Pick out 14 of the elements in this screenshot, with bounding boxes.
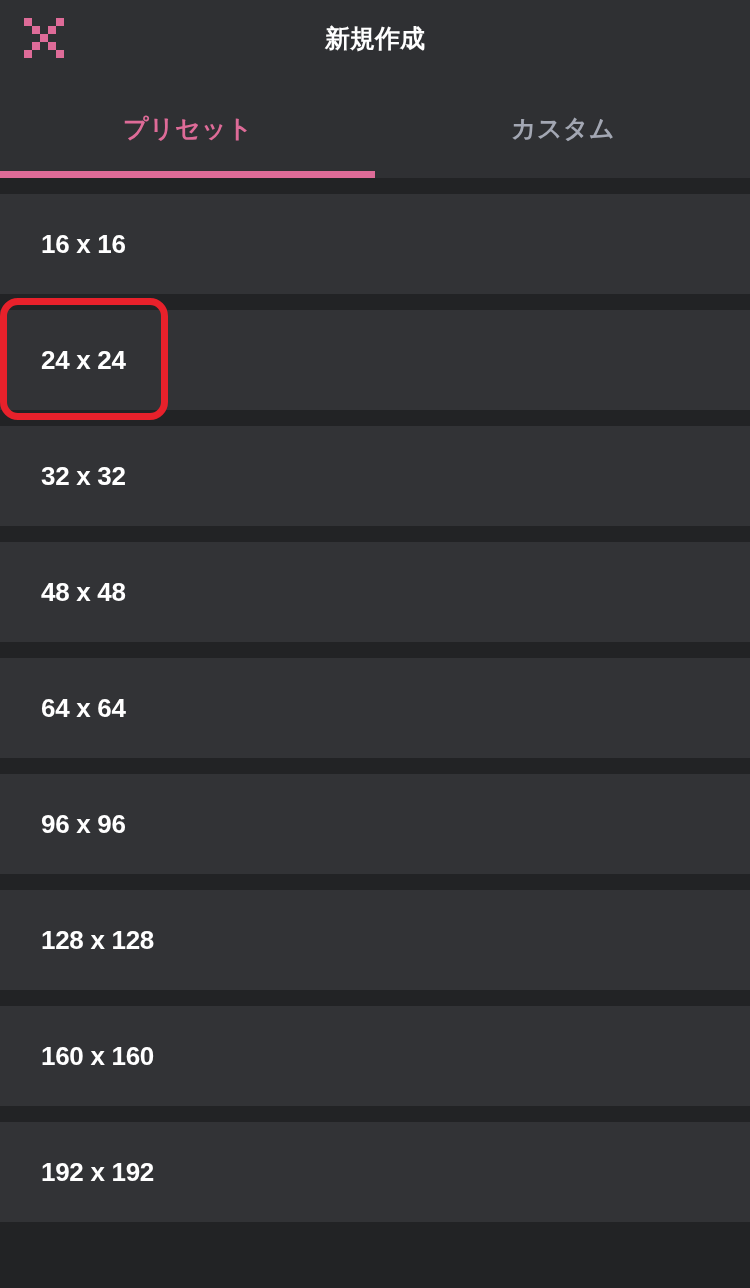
close-button[interactable] [24,18,64,58]
preset-size-item[interactable]: 96 x 96 [0,774,750,874]
tab[interactable]: カスタム [375,80,750,178]
preset-size-item[interactable]: 64 x 64 [0,658,750,758]
preset-size-item[interactable]: 160 x 160 [0,1006,750,1106]
preset-size-item[interactable]: 24 x 24 [0,310,750,410]
preset-size-item[interactable]: 32 x 32 [0,426,750,526]
preset-size-item[interactable]: 48 x 48 [0,542,750,642]
tab[interactable]: プリセット [0,80,375,178]
preset-size-item[interactable]: 128 x 128 [0,890,750,990]
preset-size-item[interactable]: 16 x 16 [0,194,750,294]
close-icon [24,18,64,58]
screen-title: 新規作成 [324,22,426,54]
preset-size-item[interactable]: 192 x 192 [0,1122,750,1222]
